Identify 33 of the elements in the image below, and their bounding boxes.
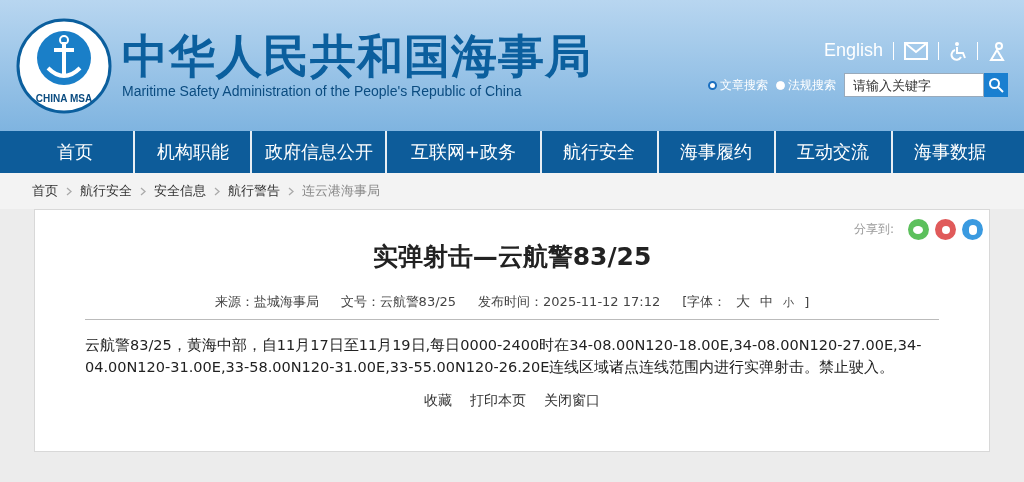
font-size-option[interactable]: 大 [736,293,751,311]
article-body: 云航警83/25，黄海中部，自11月17日至11月19日,每日0000-2400时在34-08.00N120-18.00E,34-08.00N120-27.00E,34-04.00N120-31.00E,33-58.00N120-31.00E,33-55.00N120-26.20E连线区域诸点连线范围内进行实弹射击。禁止驶入。 [85,336,923,377]
bracket: ] [804,294,810,310]
breadcrumb-link[interactable]: 安全信息 [154,182,206,200]
font-size-option[interactable]: 小 [783,294,795,310]
font-size-option[interactable]: 中 [760,293,774,311]
search-field[interactable]: 请输入关键字 [844,73,984,97]
font-size-label: [字体： [682,293,727,311]
logo-text: CHINA MSA [35,92,93,104]
wheelchair-icon[interactable] [949,40,967,61]
article-meta: 文号：云航警83/25 [340,293,457,311]
search-button[interactable] [984,73,1008,97]
chevron-icon [66,186,72,196]
article-action-link[interactable]: 收藏 [424,392,452,410]
site-subtitle: Maritime Safety Administration of the People's Republic of China [122,82,523,99]
article-meta: 来源：盐城海事局 [214,293,319,311]
bubble-share-icon[interactable] [962,219,983,240]
share-label: 分享到: [853,221,894,238]
article-action-link[interactable]: 关闭窗口 [544,392,600,410]
mail-icon[interactable] [904,41,928,60]
chevron-icon [140,186,146,196]
chevron-icon [214,186,220,196]
chevron-icon [288,186,294,196]
article-action-link[interactable]: 打印本页 [470,392,526,410]
chat-share-icon[interactable] [908,219,929,240]
breadcrumb-link[interactable]: 航行安全 [80,182,132,200]
article-title: 实弹射击—云航警83/25 [372,241,652,273]
article-meta: 发布时间：2025-11-12 17:12 [478,293,661,311]
breadcrumb-link[interactable]: 首页 [32,182,58,200]
anchor-emblem-icon [16,17,112,114]
site-title: 中华人民共和国海事局 [122,32,592,79]
breadcrumb-link[interactable]: 航行警告 [228,182,280,200]
nav-item[interactable]: 首页 [16,131,134,173]
